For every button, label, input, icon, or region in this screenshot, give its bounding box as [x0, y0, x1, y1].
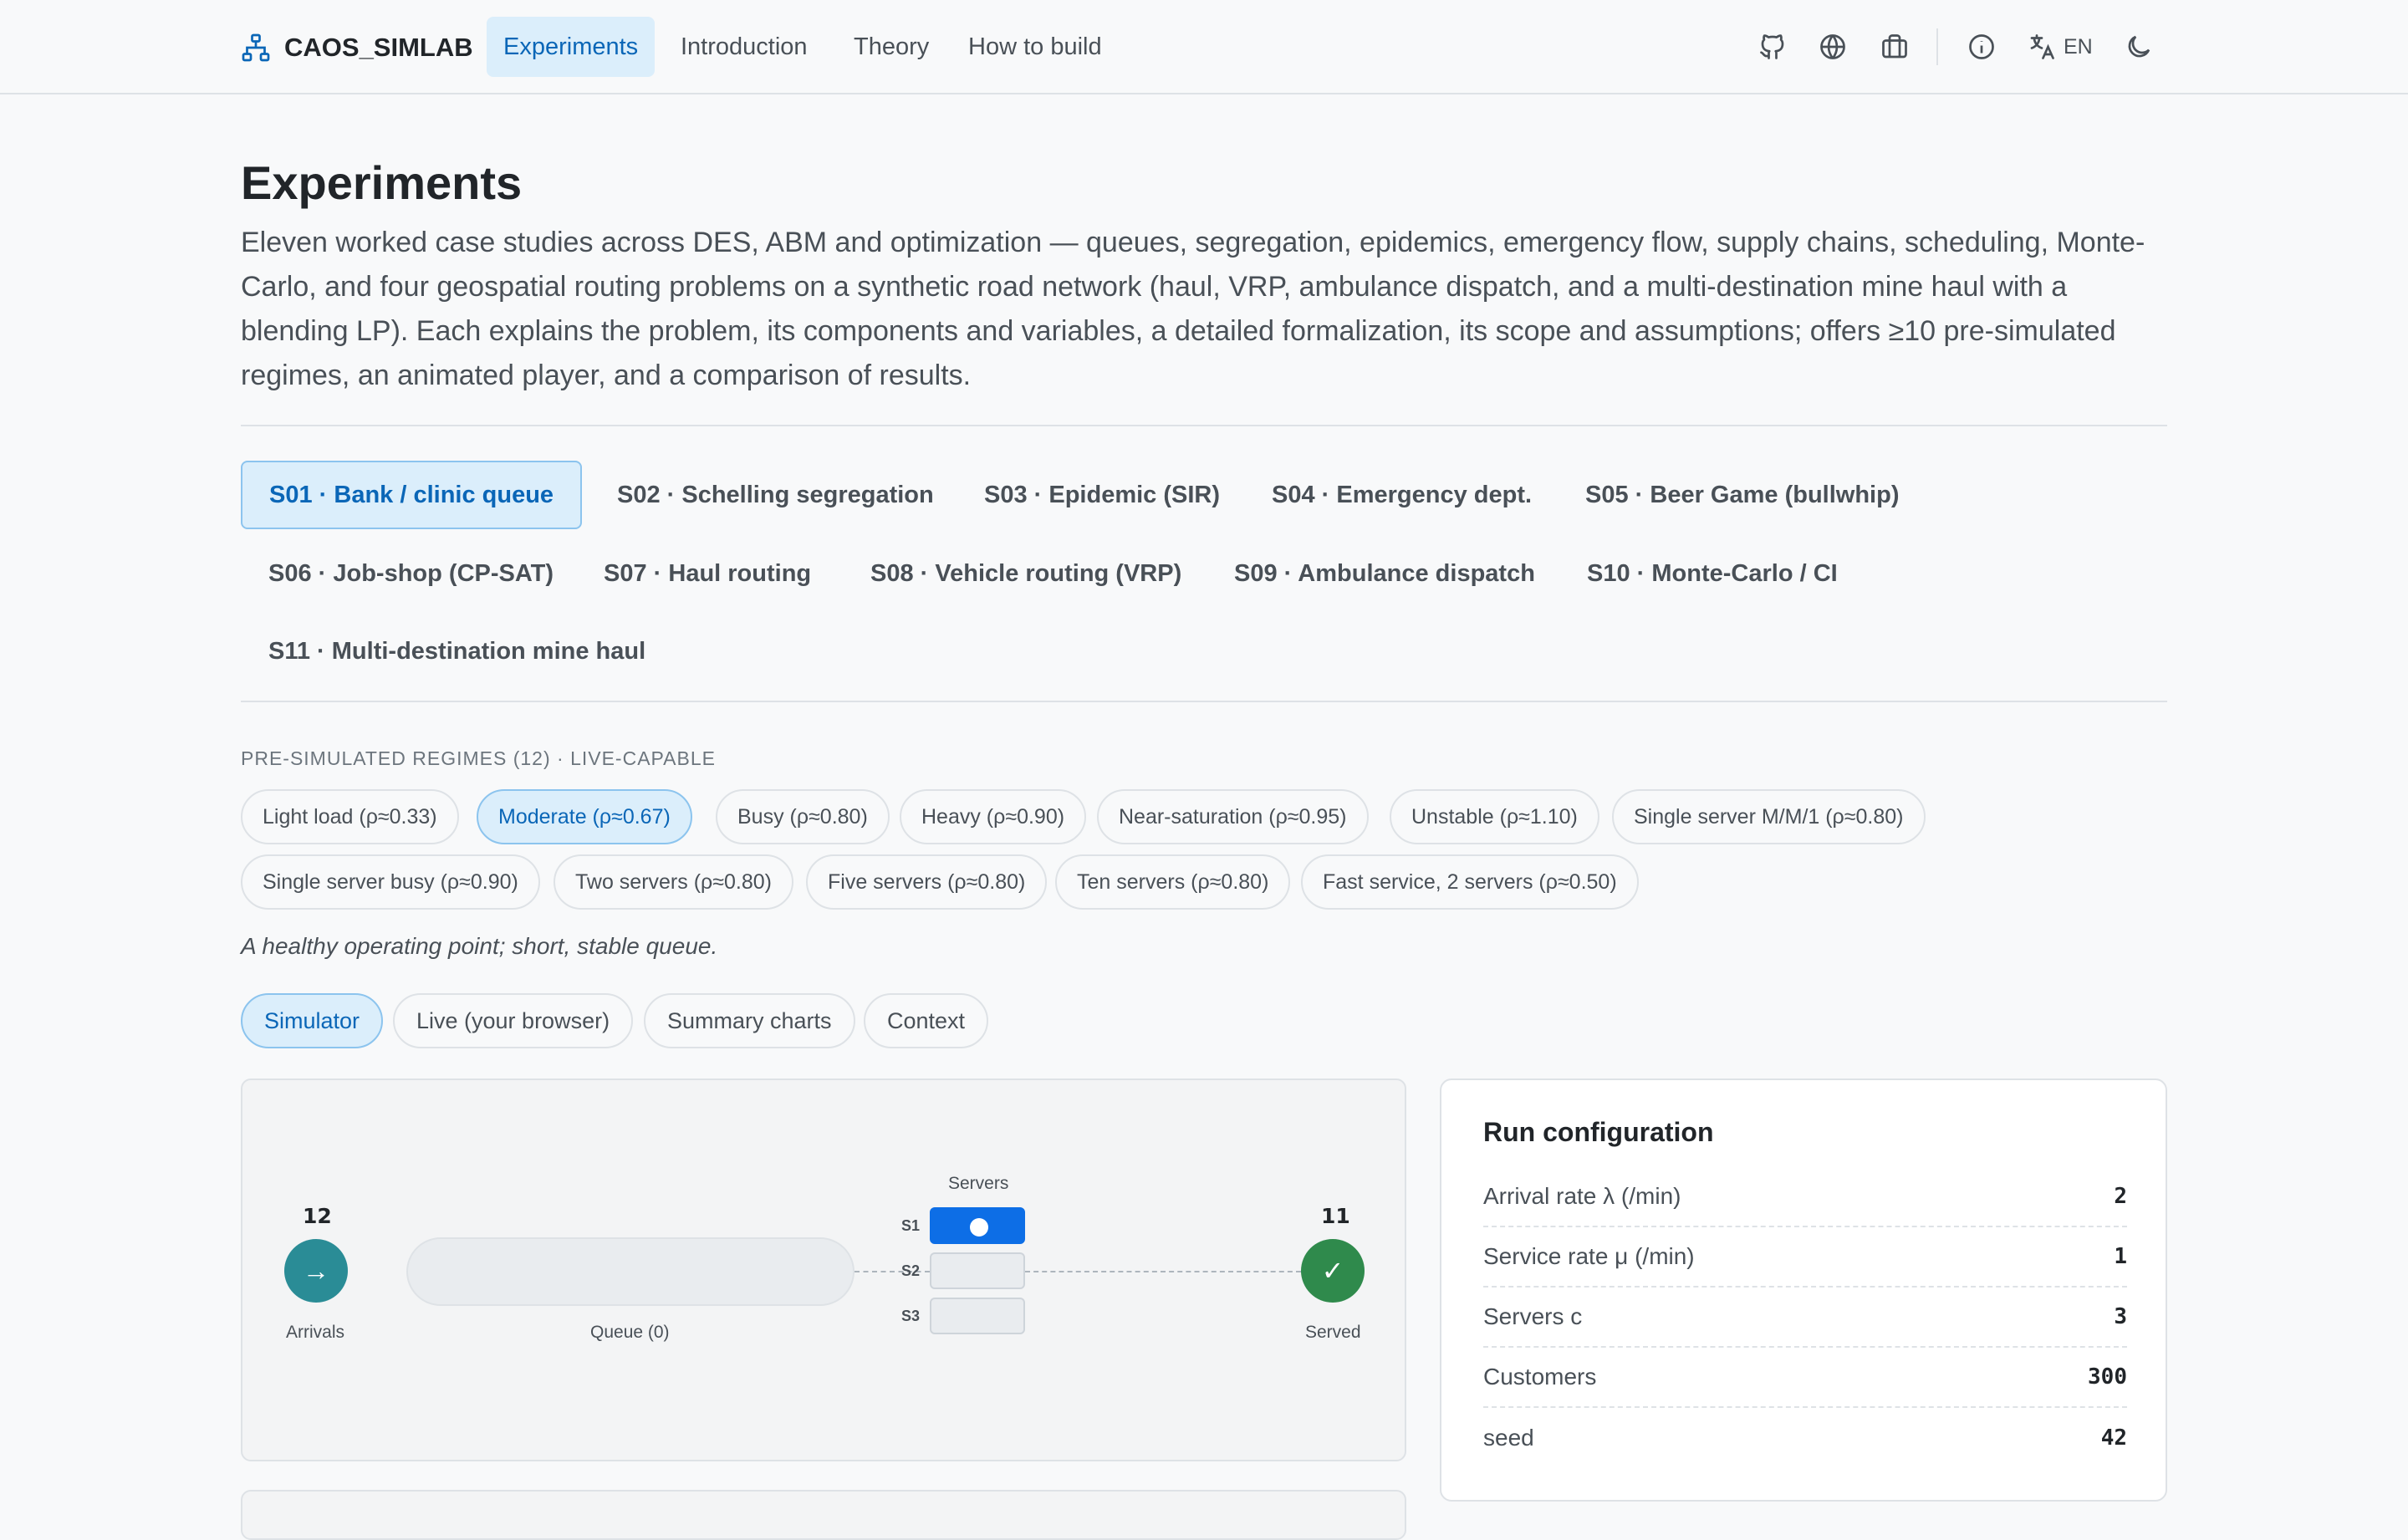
- config-value[interactable]: 2: [2114, 1184, 2127, 1209]
- config-label: seed: [1483, 1425, 1534, 1451]
- page-title: Experiments: [241, 156, 523, 209]
- sitemap-icon: [242, 33, 270, 62]
- server-label-s3: S3: [901, 1308, 921, 1324]
- config-row-servers[interactable]: Servers c 3: [1483, 1288, 2127, 1348]
- served-count: 11: [1321, 1204, 1350, 1228]
- arrivals-node: →: [284, 1239, 348, 1303]
- server-s2: [930, 1252, 1025, 1289]
- regime-chip[interactable]: Two servers (ρ≈0.80): [554, 854, 793, 910]
- regime-chip[interactable]: Single server busy (ρ≈0.90): [241, 854, 540, 910]
- scenario-tab-s09[interactable]: S09 · Ambulance dispatch: [1207, 539, 1562, 608]
- regime-chip[interactable]: Fast service, 2 servers (ρ≈0.50): [1301, 854, 1639, 910]
- tab-context[interactable]: Context: [864, 993, 989, 1048]
- scenario-tab-s10[interactable]: S10 · Monte-Carlo / CI: [1560, 539, 1865, 608]
- run-configuration-title: Run configuration: [1483, 1117, 1714, 1147]
- top-navbar: CAOS_SIMLAB Experiments Introduction The…: [0, 0, 2408, 94]
- config-row-seed[interactable]: seed 42: [1483, 1408, 2127, 1468]
- scenario-tab-s11[interactable]: S11 · Multi-destination mine haul: [242, 617, 672, 686]
- server-s1: [930, 1207, 1025, 1244]
- config-label: Arrival rate λ (/min): [1483, 1183, 1681, 1209]
- regime-chip[interactable]: Busy (ρ≈0.80): [716, 789, 890, 844]
- regime-chip[interactable]: Moderate (ρ≈0.67): [477, 789, 692, 844]
- config-value[interactable]: 3: [2114, 1304, 2127, 1329]
- customer-dot: [970, 1218, 988, 1237]
- server-label-s2: S2: [901, 1262, 921, 1279]
- scenario-tab-s08[interactable]: S08 · Vehicle routing (VRP): [844, 539, 1208, 608]
- config-label: Servers c: [1483, 1303, 1583, 1329]
- regime-chip[interactable]: Five servers (ρ≈0.80): [806, 854, 1048, 910]
- queue-box: [406, 1237, 855, 1306]
- info-icon[interactable]: [1965, 30, 1998, 64]
- check-icon: ✓: [1321, 1256, 1344, 1286]
- regime-chip[interactable]: Heavy (ρ≈0.90): [900, 789, 1087, 844]
- config-row-customers[interactable]: Customers 300: [1483, 1348, 2127, 1408]
- config-label: Service rate μ (/min): [1483, 1243, 1695, 1269]
- scenario-tab-s01[interactable]: S01 · Bank / clinic queue: [241, 461, 583, 529]
- config-label: Customers: [1483, 1364, 1597, 1390]
- served-label: Served: [1305, 1323, 1361, 1342]
- regime-chip[interactable]: Ten servers (ρ≈0.80): [1055, 854, 1291, 910]
- brand-logo[interactable]: CAOS_SIMLAB: [241, 28, 473, 67]
- run-configuration-card: Run configuration Arrival rate λ (/min) …: [1440, 1079, 2167, 1502]
- regime-chip[interactable]: Single server M/M/1 (ρ≈0.80): [1612, 789, 1926, 844]
- nav-experiments[interactable]: Experiments: [487, 17, 656, 77]
- tab-summary-charts[interactable]: Summary charts: [644, 993, 855, 1048]
- servers-title: Servers: [948, 1174, 1009, 1193]
- regime-chip[interactable]: Light load (ρ≈0.33): [241, 789, 459, 844]
- github-icon[interactable]: [1756, 30, 1789, 64]
- scenario-tab-s07[interactable]: S07 · Haul routing: [577, 539, 838, 608]
- arrivals-count: 12: [303, 1204, 332, 1228]
- scenario-tab-s02[interactable]: S02 · Schelling segregation: [590, 461, 961, 529]
- config-value[interactable]: 300: [2088, 1364, 2127, 1390]
- briefcase-icon[interactable]: [1878, 30, 1911, 64]
- config-row-service-rate[interactable]: Service rate μ (/min) 1: [1483, 1227, 2127, 1288]
- moon-icon[interactable]: [2122, 30, 2155, 64]
- nav-introduction[interactable]: Introduction: [664, 17, 824, 77]
- regime-description: A healthy operating point; short, stable…: [241, 933, 718, 959]
- tab-simulator[interactable]: Simulator: [241, 993, 384, 1048]
- config-value[interactable]: 1: [2114, 1244, 2127, 1269]
- nav-divider: [1936, 28, 1938, 65]
- regime-chip[interactable]: Near-saturation (ρ≈0.95): [1097, 789, 1369, 844]
- scenario-tab-s05[interactable]: S05 · Beer Game (bullwhip): [1559, 461, 1926, 529]
- secondary-panel: [241, 1490, 1406, 1540]
- regimes-label: PRE-SIMULATED REGIMES (12) · LIVE-CAPABL…: [241, 747, 716, 769]
- queue-label: Queue (0): [590, 1323, 670, 1342]
- scenario-tab-s06[interactable]: S06 · Job-shop (CP-SAT): [242, 539, 580, 608]
- config-row-arrival-rate[interactable]: Arrival rate λ (/min) 2: [1483, 1167, 2127, 1227]
- served-node: ✓: [1301, 1239, 1365, 1303]
- divider: [241, 425, 2167, 426]
- divider: [241, 701, 2167, 702]
- page-intro: Eleven worked case studies across DES, A…: [241, 227, 2145, 391]
- nav-how-to-build[interactable]: How to build: [951, 17, 1119, 77]
- arrow-right-icon: →: [303, 1255, 329, 1286]
- config-value[interactable]: 42: [2101, 1425, 2127, 1451]
- scenario-tab-s04[interactable]: S04 · Emergency dept.: [1245, 461, 1559, 529]
- arrivals-label: Arrivals: [286, 1323, 345, 1342]
- served-connector: [1025, 1271, 1301, 1272]
- brand-name: CAOS_SIMLAB: [284, 33, 473, 62]
- regime-chip[interactable]: Unstable (ρ≈1.10): [1390, 789, 1599, 844]
- server-label-s1: S1: [901, 1217, 921, 1234]
- tab-live[interactable]: Live (your browser): [393, 993, 634, 1048]
- translate-icon: [2030, 34, 2054, 59]
- language-switcher[interactable]: EN: [2027, 30, 2093, 64]
- language-code: EN: [2064, 34, 2093, 59]
- nav-theory[interactable]: Theory: [837, 17, 946, 77]
- globe-icon[interactable]: [1816, 30, 1849, 64]
- scenario-tab-s03[interactable]: S03 · Epidemic (SIR): [957, 461, 1247, 529]
- server-s3: [930, 1298, 1025, 1334]
